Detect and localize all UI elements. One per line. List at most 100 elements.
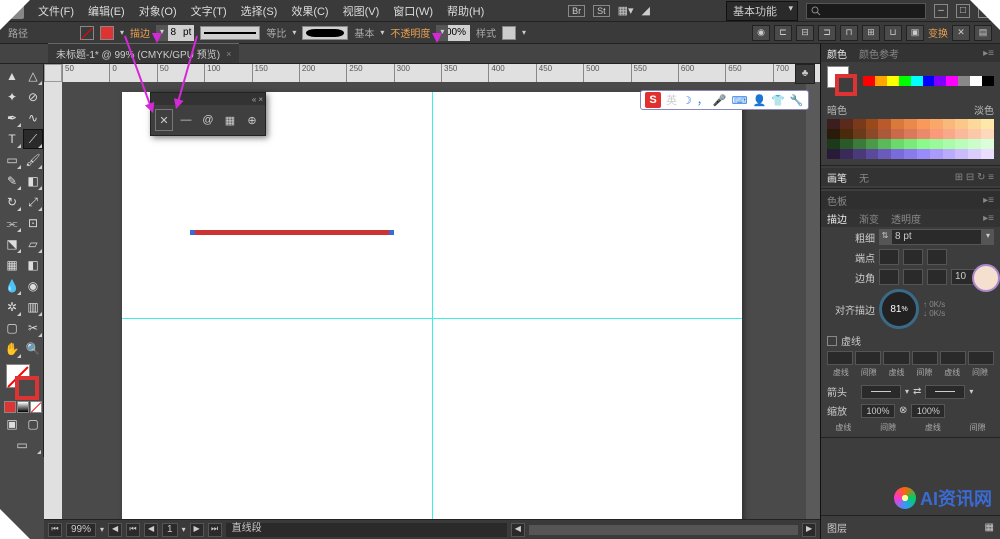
menu-edit[interactable]: 编辑(E) (88, 3, 125, 19)
link-scale-icon[interactable]: ⊗ (899, 405, 907, 416)
person-icon[interactable]: 👤 (752, 94, 766, 107)
artboard-number[interactable]: 1 (162, 523, 178, 537)
brush-polar[interactable]: ⊕ (243, 109, 261, 131)
screen-mode-normal[interactable]: ▣ (2, 414, 22, 434)
scroll-right-button[interactable]: ▶ (802, 523, 816, 537)
wrench-icon[interactable]: 🔧 (790, 94, 804, 107)
fill-swatch[interactable] (80, 26, 94, 40)
align-right-icon[interactable]: ⊐ (818, 25, 836, 41)
ime-logo-icon[interactable]: S (645, 92, 661, 108)
menu-help[interactable]: 帮助(H) (447, 3, 484, 19)
document-tab[interactable]: 未标题-1* @ 99% (CMYK/GPU 预览) × (48, 43, 239, 63)
screen-mode-full[interactable]: ▢ (23, 414, 43, 434)
none-tab[interactable]: 无 (859, 170, 869, 185)
artboard-nav-prev[interactable]: ◀ (144, 523, 158, 537)
brush-definition-dropdown[interactable] (302, 26, 348, 40)
menu-text[interactable]: 文字(T) (191, 3, 227, 19)
maximize-button[interactable]: □ (956, 4, 970, 18)
transform-x-icon[interactable]: ✕ (952, 25, 970, 41)
stroke-profile-dropdown[interactable] (200, 26, 260, 40)
gradient-tool[interactable]: ◧ (23, 255, 43, 275)
eyedropper-tool[interactable]: 💧 (2, 276, 22, 296)
stroke-label[interactable]: 描边 (130, 25, 150, 40)
join-round[interactable] (903, 269, 923, 285)
width-tool[interactable]: ⫘ (2, 213, 22, 233)
gpu-icon[interactable]: ◢ (642, 4, 650, 17)
opacity-label[interactable]: 不透明度 (390, 25, 430, 40)
weight-input[interactable]: ⇅8 pt▾ (879, 229, 994, 245)
guide-vertical[interactable] (432, 92, 433, 519)
cap-square[interactable] (927, 249, 947, 265)
artboard-nav-first[interactable]: ⏮ (126, 523, 140, 537)
symbol-sprayer-tool[interactable]: ✲ (2, 297, 22, 317)
minimize-button[interactable]: – (934, 4, 948, 18)
search-input[interactable] (806, 3, 926, 19)
brush-none[interactable]: ✕ (155, 109, 173, 131)
comma-icon[interactable]: ， (697, 92, 708, 108)
color-tab[interactable]: 颜色 (827, 46, 847, 61)
workspace-dropdown[interactable]: 基本功能 (726, 1, 798, 21)
stroke-weight-input[interactable]: ⇅8pt▾ (156, 25, 194, 41)
menu-file[interactable]: 文件(F) (38, 3, 74, 19)
type-tool[interactable]: T (2, 129, 22, 149)
curvature-tool[interactable]: ∿ (23, 108, 43, 128)
brushes-floating-panel[interactable]: «× ✕ — @ ▦ ⊕ (150, 92, 266, 136)
zoom-level[interactable]: 99% (66, 523, 96, 537)
align-top-icon[interactable]: ⊓ (840, 25, 858, 41)
ruler-origin[interactable] (44, 64, 62, 82)
perspective-tool[interactable]: ▱ (23, 234, 43, 254)
direct-selection-tool[interactable]: △ (23, 66, 43, 86)
pen-tool[interactable]: ✒ (2, 108, 22, 128)
panel-menu-icon[interactable]: ▸≡ (983, 48, 994, 59)
menu-select[interactable]: 选择(S) (241, 3, 278, 19)
brush-grid[interactable]: ▦ (221, 109, 239, 131)
transparency-panel-tab[interactable]: 透明度 (891, 211, 921, 226)
artboard-tool[interactable]: ▢ (2, 318, 22, 338)
stock-badge[interactable]: St (593, 5, 610, 17)
panel-icons[interactable]: ⊞ ⊟ ↻ ≡ (955, 172, 994, 183)
hand-tool[interactable]: ✋ (2, 339, 22, 359)
moon-icon[interactable]: ☽ (682, 94, 692, 107)
vertical-ruler[interactable] (44, 82, 62, 519)
cap-butt[interactable] (879, 249, 899, 265)
brush-basic[interactable]: — (177, 109, 195, 131)
style-swatch[interactable] (502, 26, 516, 40)
color-swatch-grid[interactable] (827, 119, 994, 159)
cap-round[interactable] (903, 249, 923, 265)
menu-effect[interactable]: 效果(C) (291, 3, 328, 19)
align-center-h-icon[interactable]: ⊟ (796, 25, 814, 41)
recolor-icon[interactable]: ◉ (752, 25, 770, 41)
first-artboard-button[interactable]: ⏮ (48, 523, 62, 537)
align-left-icon[interactable]: ⊏ (774, 25, 792, 41)
color-mode-buttons[interactable] (2, 401, 43, 413)
panel-toggle-icon[interactable]: ♣ (795, 64, 815, 84)
color-guide-tab[interactable]: 颜色参考 (859, 46, 899, 61)
panel-close-icon[interactable]: × (258, 95, 263, 104)
arrow-scale-start[interactable]: 100% (861, 404, 895, 418)
shirt-icon[interactable]: 👕 (771, 94, 785, 107)
zoom-tool[interactable]: 🔍 (23, 339, 43, 359)
dash-checkbox[interactable] (827, 336, 837, 346)
ime-toolbar[interactable]: S 英 ☽ ， 🎤 ⌨ 👤 👕 🔧 (640, 90, 809, 110)
menu-view[interactable]: 视图(V) (343, 3, 380, 19)
swap-arrows-icon[interactable]: ⇄ (913, 386, 921, 397)
brushes-tab[interactable]: 画笔 (827, 170, 847, 185)
ime-lang-label[interactable]: 英 (666, 92, 677, 108)
paintbrush-tool[interactable]: 🖌 (23, 150, 43, 170)
selection-tool[interactable]: ▲ (2, 66, 22, 86)
transform-label[interactable]: 变换 (928, 25, 948, 41)
free-transform-tool[interactable]: ⊡ (23, 213, 43, 233)
horizontal-scrollbar[interactable] (529, 525, 798, 535)
vertical-scrollbar[interactable] (806, 82, 820, 519)
stroke-swatch[interactable] (100, 26, 114, 40)
magic-wand-tool[interactable]: ✦ (2, 87, 22, 107)
prev-artboard-button[interactable]: ◀ (108, 523, 122, 537)
arrange-docs-icon[interactable]: ▦▾ (618, 4, 634, 17)
join-bevel[interactable] (927, 269, 947, 285)
slice-tool[interactable]: ✂ (23, 318, 43, 338)
scale-tool[interactable]: ⤢ (23, 192, 43, 212)
keyboard-icon[interactable]: ⌨ (732, 94, 748, 107)
opacity-input[interactable]: 100%▾ (436, 25, 470, 41)
align-middle-icon[interactable]: ⊞ (862, 25, 880, 41)
menu-window[interactable]: 窗口(W) (393, 3, 433, 19)
